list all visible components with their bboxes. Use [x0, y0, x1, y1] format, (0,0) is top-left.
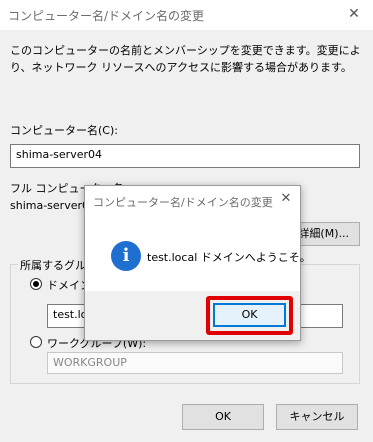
computer-name-input[interactable]: shima-server04: [10, 144, 360, 168]
welcome-dialog: コンピューター名/ドメイン名の変更 ✕ i test.local ドメインへよう…: [84, 185, 311, 341]
dialog-ok-button[interactable]: OK: [213, 303, 286, 327]
window-title: コンピューター名/ドメイン名の変更: [8, 9, 205, 23]
full-name-value: shima-server0: [10, 199, 90, 212]
workgroup-radio[interactable]: [30, 336, 42, 348]
domain-radio[interactable]: [30, 278, 42, 290]
ok-button[interactable]: OK: [182, 404, 264, 430]
info-icon: i: [111, 241, 141, 271]
close-icon[interactable]: ✕: [345, 5, 363, 23]
dialog-message: test.local ドメインへようこそ。: [147, 251, 311, 264]
close-icon[interactable]: ✕: [278, 191, 294, 207]
cancel-button[interactable]: キャンセル: [276, 404, 358, 430]
dialog-title: コンピューター名/ドメイン名の変更: [93, 196, 273, 209]
description-text: このコンピューターの名前とメンバーシップを変更できます。変更により、ネットワーク…: [10, 44, 361, 74]
workgroup-input[interactable]: WORKGROUP: [47, 352, 343, 374]
computer-name-label: コンピューター名(C):: [10, 124, 118, 137]
